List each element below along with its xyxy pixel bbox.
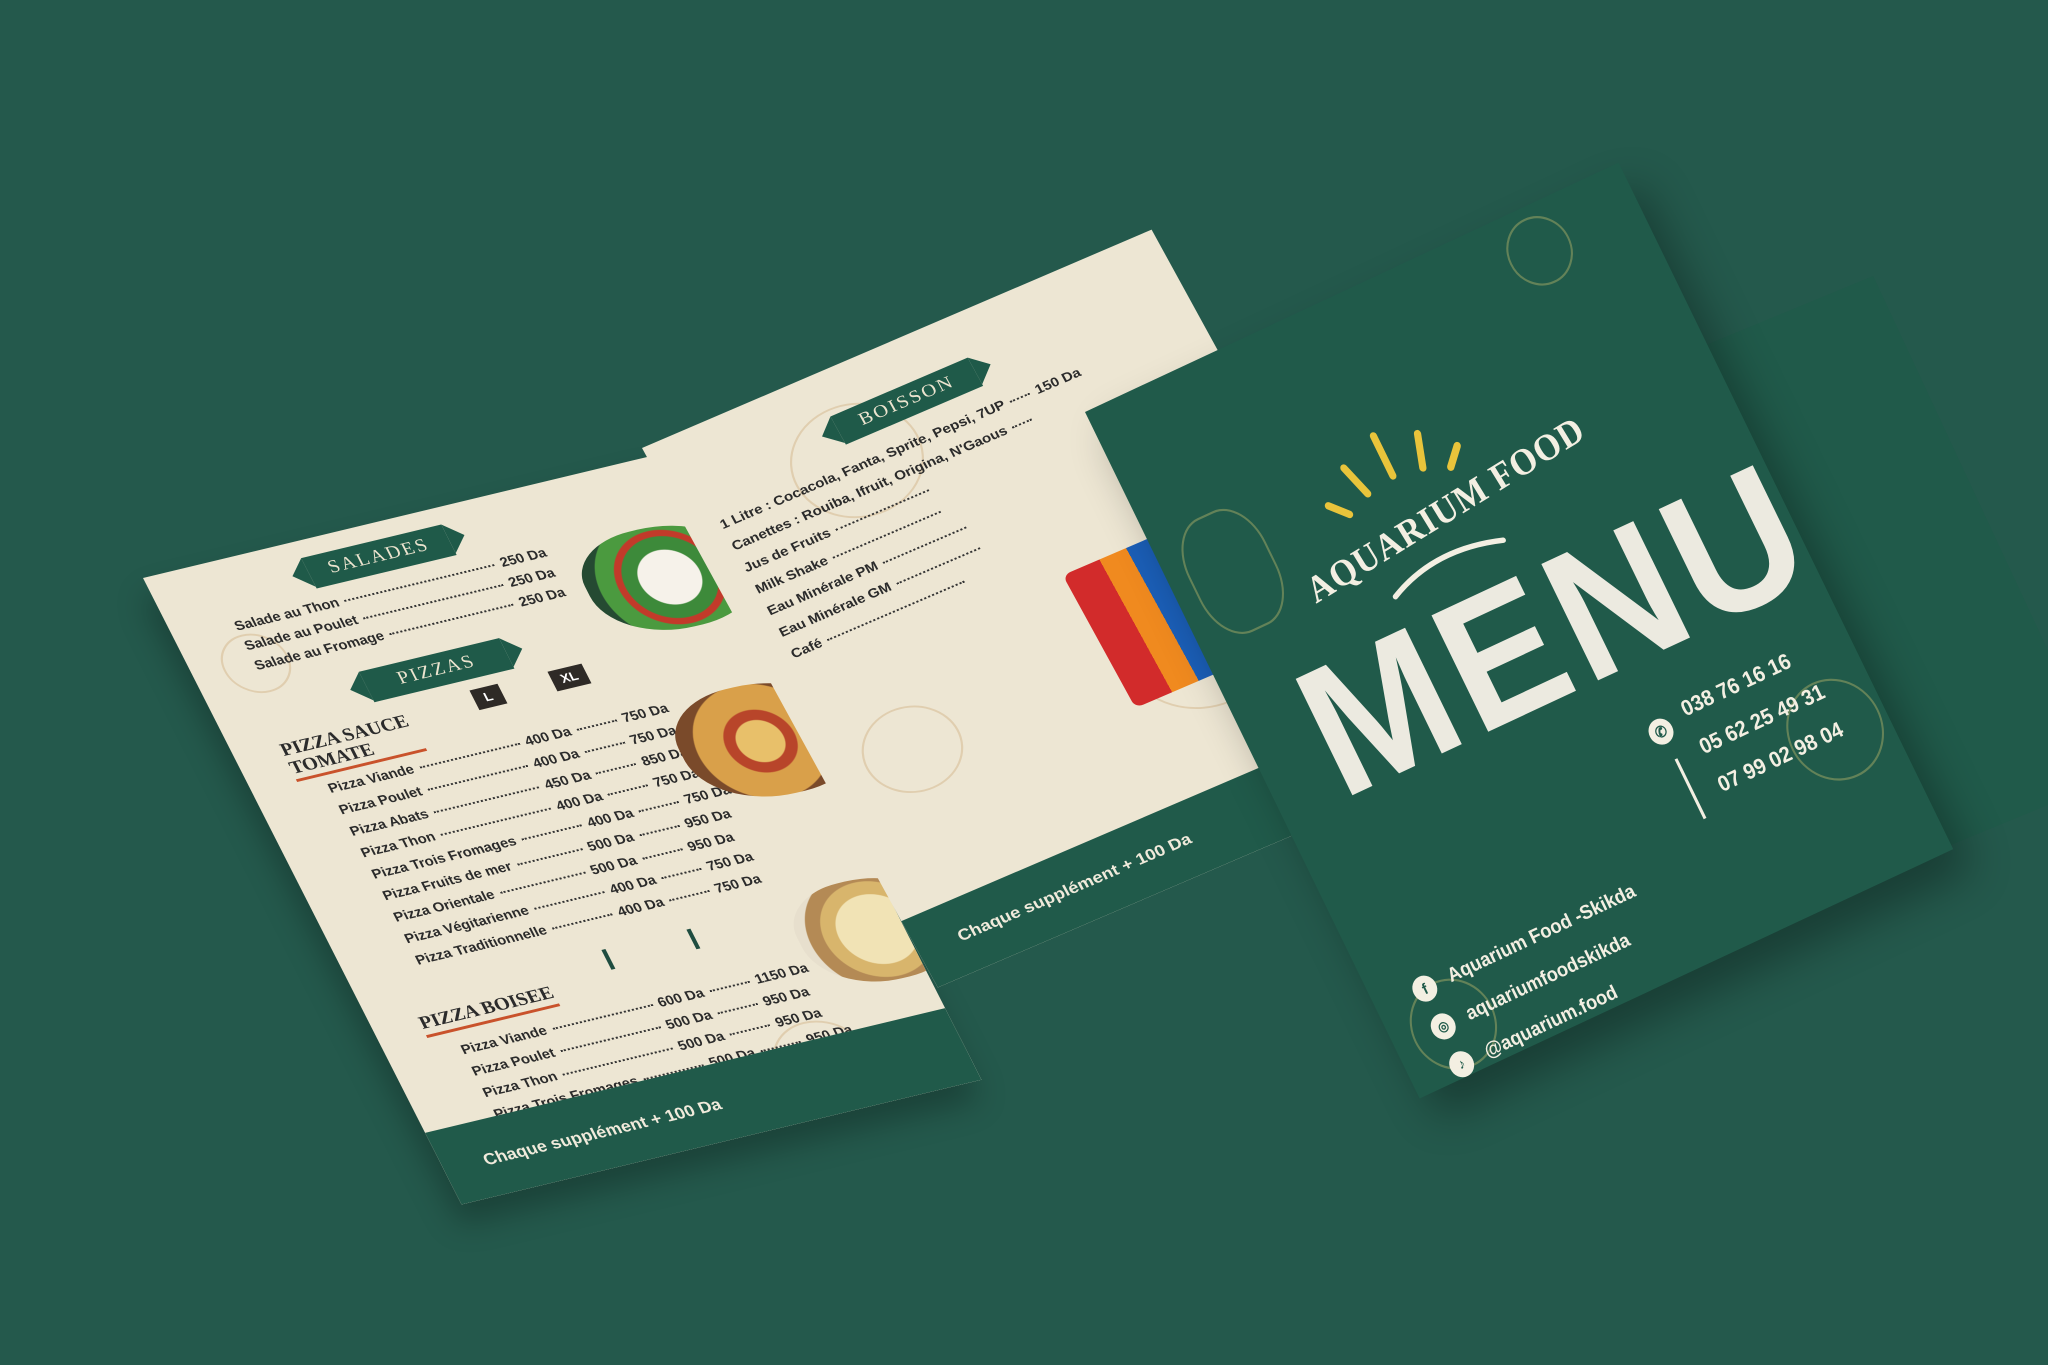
- item-price: [943, 502, 950, 515]
- leader-dots: [551, 913, 613, 930]
- divider-line: [1674, 758, 1707, 820]
- price-l: 400 Da: [552, 788, 606, 814]
- item-price: [982, 538, 989, 551]
- menu-mockup-scene: SALADES Salade au Thon250 Da Salade au P…: [0, 0, 2048, 1365]
- leader-dots: [641, 848, 683, 861]
- price-l: 500 Da: [662, 1006, 715, 1033]
- leader-dots: [516, 848, 583, 866]
- leader-dots: [521, 824, 583, 841]
- item-name: Café: [787, 635, 825, 662]
- price-xl: 750 Da: [618, 700, 672, 726]
- price-xl: 950 Da: [684, 828, 737, 855]
- item-price: [967, 571, 974, 584]
- price-l: 500 Da: [584, 828, 637, 854]
- leader-dots: [1012, 418, 1033, 429]
- item-price: [931, 480, 938, 493]
- price-l: 450 Da: [541, 766, 594, 793]
- item-price: [968, 517, 975, 530]
- leader-dots: [638, 801, 680, 813]
- leader-dots: [669, 890, 711, 902]
- leader-dots: [607, 784, 649, 796]
- price-xl: 750 Da: [711, 870, 764, 896]
- leader-dots: [595, 763, 637, 775]
- price-l: 600 Da: [654, 984, 707, 1010]
- price-l: 500 Da: [674, 1028, 728, 1054]
- price-l: 400 Da: [606, 871, 659, 897]
- sketch-decoration: [845, 690, 980, 809]
- phone-icon: ✆: [1644, 714, 1678, 749]
- leader-dots: [639, 825, 680, 837]
- leader-dots: [717, 1003, 759, 1015]
- leader-dots: [729, 1024, 771, 1036]
- leader-dots: [576, 719, 618, 732]
- price-xl: 950 Da: [759, 983, 812, 1009]
- price-xl: 750 Da: [703, 848, 756, 874]
- globe-sketch: [1494, 205, 1585, 297]
- price-xl: 750 Da: [626, 722, 680, 748]
- item-price: [1034, 409, 1041, 422]
- size-l-badge: L: [469, 683, 508, 711]
- size-xl-badge: XL: [547, 663, 592, 692]
- price-xl: 950 Da: [681, 805, 734, 831]
- item-price: 150 Da: [1031, 364, 1084, 397]
- leader-dots: [1010, 392, 1031, 403]
- price-l: 400 Da: [521, 723, 574, 749]
- price-l: 500 Da: [587, 852, 640, 878]
- leader-dots: [534, 891, 605, 911]
- price-xl: 1150 Da: [751, 959, 811, 987]
- supplement-note: Chaque supplément + 100 Da: [954, 829, 1195, 945]
- leader-dots: [661, 868, 703, 880]
- price-l: 400 Da: [614, 893, 667, 920]
- price-l: 400 Da: [583, 804, 637, 830]
- leader-dots: [709, 981, 751, 993]
- price-l: 400 Da: [529, 745, 582, 771]
- leader-dots: [584, 741, 626, 754]
- divider-mark: [601, 949, 616, 970]
- divider-mark: [686, 928, 701, 950]
